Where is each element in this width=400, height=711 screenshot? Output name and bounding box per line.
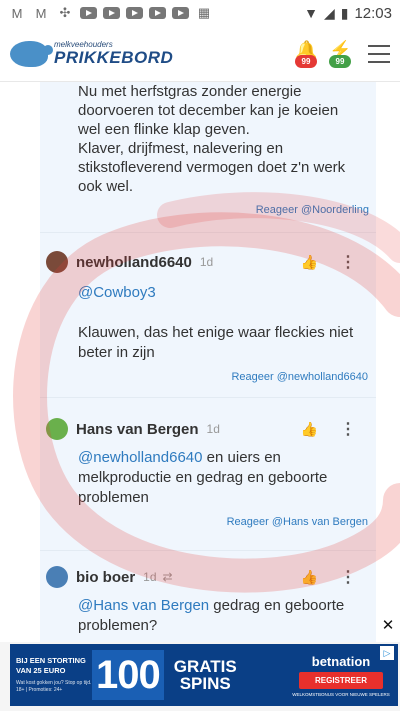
ad-brand: betnation: [311, 653, 371, 669]
menu-icon[interactable]: [368, 44, 390, 63]
repost-icon: ⇄: [162, 570, 173, 584]
battery-icon: ▮: [340, 4, 349, 21]
like-icon[interactable]: 👍: [301, 254, 318, 271]
youtube-icon: [172, 7, 189, 19]
divider: [40, 397, 376, 398]
like-icon[interactable]: 👍: [301, 569, 318, 586]
clock: 12:03: [354, 4, 392, 22]
comment-body: @newholland6640 en uiers en melkproducti…: [40, 448, 376, 508]
gmail-icon: M: [11, 5, 23, 21]
divider: [40, 232, 376, 233]
more-options-icon[interactable]: ⋮: [340, 567, 356, 587]
wifi-icon: ▼: [304, 5, 318, 21]
comment-author[interactable]: Hans van Bergen: [76, 421, 199, 438]
mention-link[interactable]: @Cowboy3: [78, 283, 364, 303]
activity-button[interactable]: ⚡ 99: [326, 40, 352, 68]
gmail-icon: M: [35, 5, 47, 21]
activity-count: 99: [329, 54, 351, 68]
comment: bio boer 1d ⇄ 👍 ⋮ @Hans van Bergen gedra…: [40, 562, 376, 636]
mention-link[interactable]: @newholland6640: [78, 449, 203, 466]
status-bar: M M ✣ ▦ ▼ ◢ ▮ 12:03: [0, 0, 400, 26]
logo-wordmark: PRIKKEBORD: [54, 48, 174, 67]
comment-time: 1d: [143, 570, 157, 584]
comment-time: 1d: [206, 422, 220, 436]
pinwheel-icon: ✣: [59, 5, 71, 20]
comment-body: @Cowboy3 Klauwen, das het enige waar fle…: [40, 283, 376, 363]
youtube-icon: [80, 7, 97, 19]
ad-creative[interactable]: BIJ EEN STORTING VAN 25 EURO Wat kost go…: [10, 644, 398, 706]
app-header: melkveehouders PRIKKEBORD 🔔 99 ⚡ 99: [0, 26, 400, 82]
notifications-count: 99: [295, 54, 317, 68]
comment-thread: Nu met herfstgras zonder energie doorvoe…: [0, 82, 400, 642]
close-ad-icon[interactable]: ✕: [378, 616, 398, 636]
ad-choices-icon[interactable]: ▷: [380, 646, 394, 660]
reply-link[interactable]: Reageer @Hans van Bergen: [40, 516, 376, 528]
youtube-icon: [103, 7, 120, 19]
ad-number: 100: [92, 650, 164, 700]
ad-banner[interactable]: ✕ BIJ EEN STORTING VAN 25 EURO Wat kost …: [0, 616, 400, 711]
notification-icons: M M ✣ ▦: [8, 5, 213, 21]
more-options-icon[interactable]: ⋮: [340, 419, 356, 439]
ad-headline: BIJ EEN STORTING VAN 25 EURO: [16, 656, 86, 675]
comment-author[interactable]: bio boer: [76, 569, 135, 586]
signal-icon: ◢: [323, 4, 335, 21]
youtube-icon: [149, 7, 166, 19]
more-options-icon[interactable]: ⋮: [340, 252, 356, 272]
ad-spins-label: SPINS: [179, 674, 231, 693]
register-button[interactable]: REGISTREER: [298, 671, 383, 689]
comment-author[interactable]: newholland6640: [76, 254, 192, 271]
ad-free-label: GRATIS: [173, 657, 237, 676]
like-icon[interactable]: 👍: [301, 421, 318, 438]
calendar-icon: ▦: [197, 5, 211, 20]
avatar[interactable]: [46, 418, 68, 440]
reply-link[interactable]: Reageer @newholland6640: [40, 371, 376, 383]
cow-logo-icon: [10, 40, 53, 67]
comment-text: Klauwen, das het enige waar fleckies nie…: [78, 324, 354, 361]
comment-time: 1d: [199, 255, 214, 269]
ad-disclaimer: Wat kost gokken jou? Stop op tijd. 18+ |…: [16, 680, 92, 693]
reply-link[interactable]: Reageer @Noorderling: [256, 204, 369, 216]
comment: newholland6640 1d 👍 ⋮ @Cowboy3 Klauwen, …: [40, 247, 376, 383]
site-logo[interactable]: melkveehouders PRIKKEBORD: [10, 40, 174, 67]
youtube-icon: [126, 7, 143, 19]
comment-body: @Hans van Bergen gedrag en geboorte prob…: [40, 596, 376, 636]
avatar[interactable]: [46, 566, 68, 588]
ad-bonus-text: WELKOMSTBONUS VOOR NIEUWE SPELERS: [292, 691, 390, 697]
system-icons: ▼ ◢ ▮ 12:03: [304, 5, 392, 22]
divider: [40, 550, 376, 551]
notifications-button[interactable]: 🔔 99: [292, 40, 318, 68]
avatar[interactable]: [46, 251, 68, 273]
comment: Hans van Bergen 1d 👍 ⋮ @newholland6640 e…: [40, 414, 376, 528]
comment-body: Nu met herfstgras zonder energie doorvoe…: [78, 83, 346, 195]
mention-link[interactable]: @Hans van Bergen: [78, 597, 209, 614]
